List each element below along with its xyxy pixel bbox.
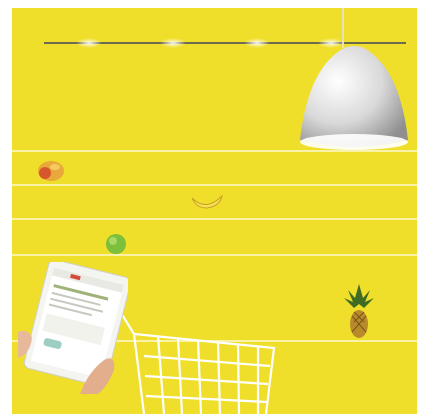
grocery-shelf-scene xyxy=(12,8,417,414)
shelf-line xyxy=(12,218,417,220)
mango-icon xyxy=(38,161,64,181)
banana-icon xyxy=(191,194,223,209)
pineapple-icon xyxy=(344,284,374,338)
shopping-cart-icon xyxy=(117,307,276,414)
spotlight xyxy=(244,38,270,48)
pendant-lamp-icon xyxy=(300,46,408,150)
shelf-line xyxy=(12,254,417,256)
spotlight xyxy=(160,38,186,48)
lamp-cord xyxy=(342,8,344,48)
lime-icon xyxy=(106,234,126,254)
tablet-device xyxy=(18,262,128,394)
spotlight xyxy=(76,38,102,48)
shelf-line xyxy=(12,184,417,186)
